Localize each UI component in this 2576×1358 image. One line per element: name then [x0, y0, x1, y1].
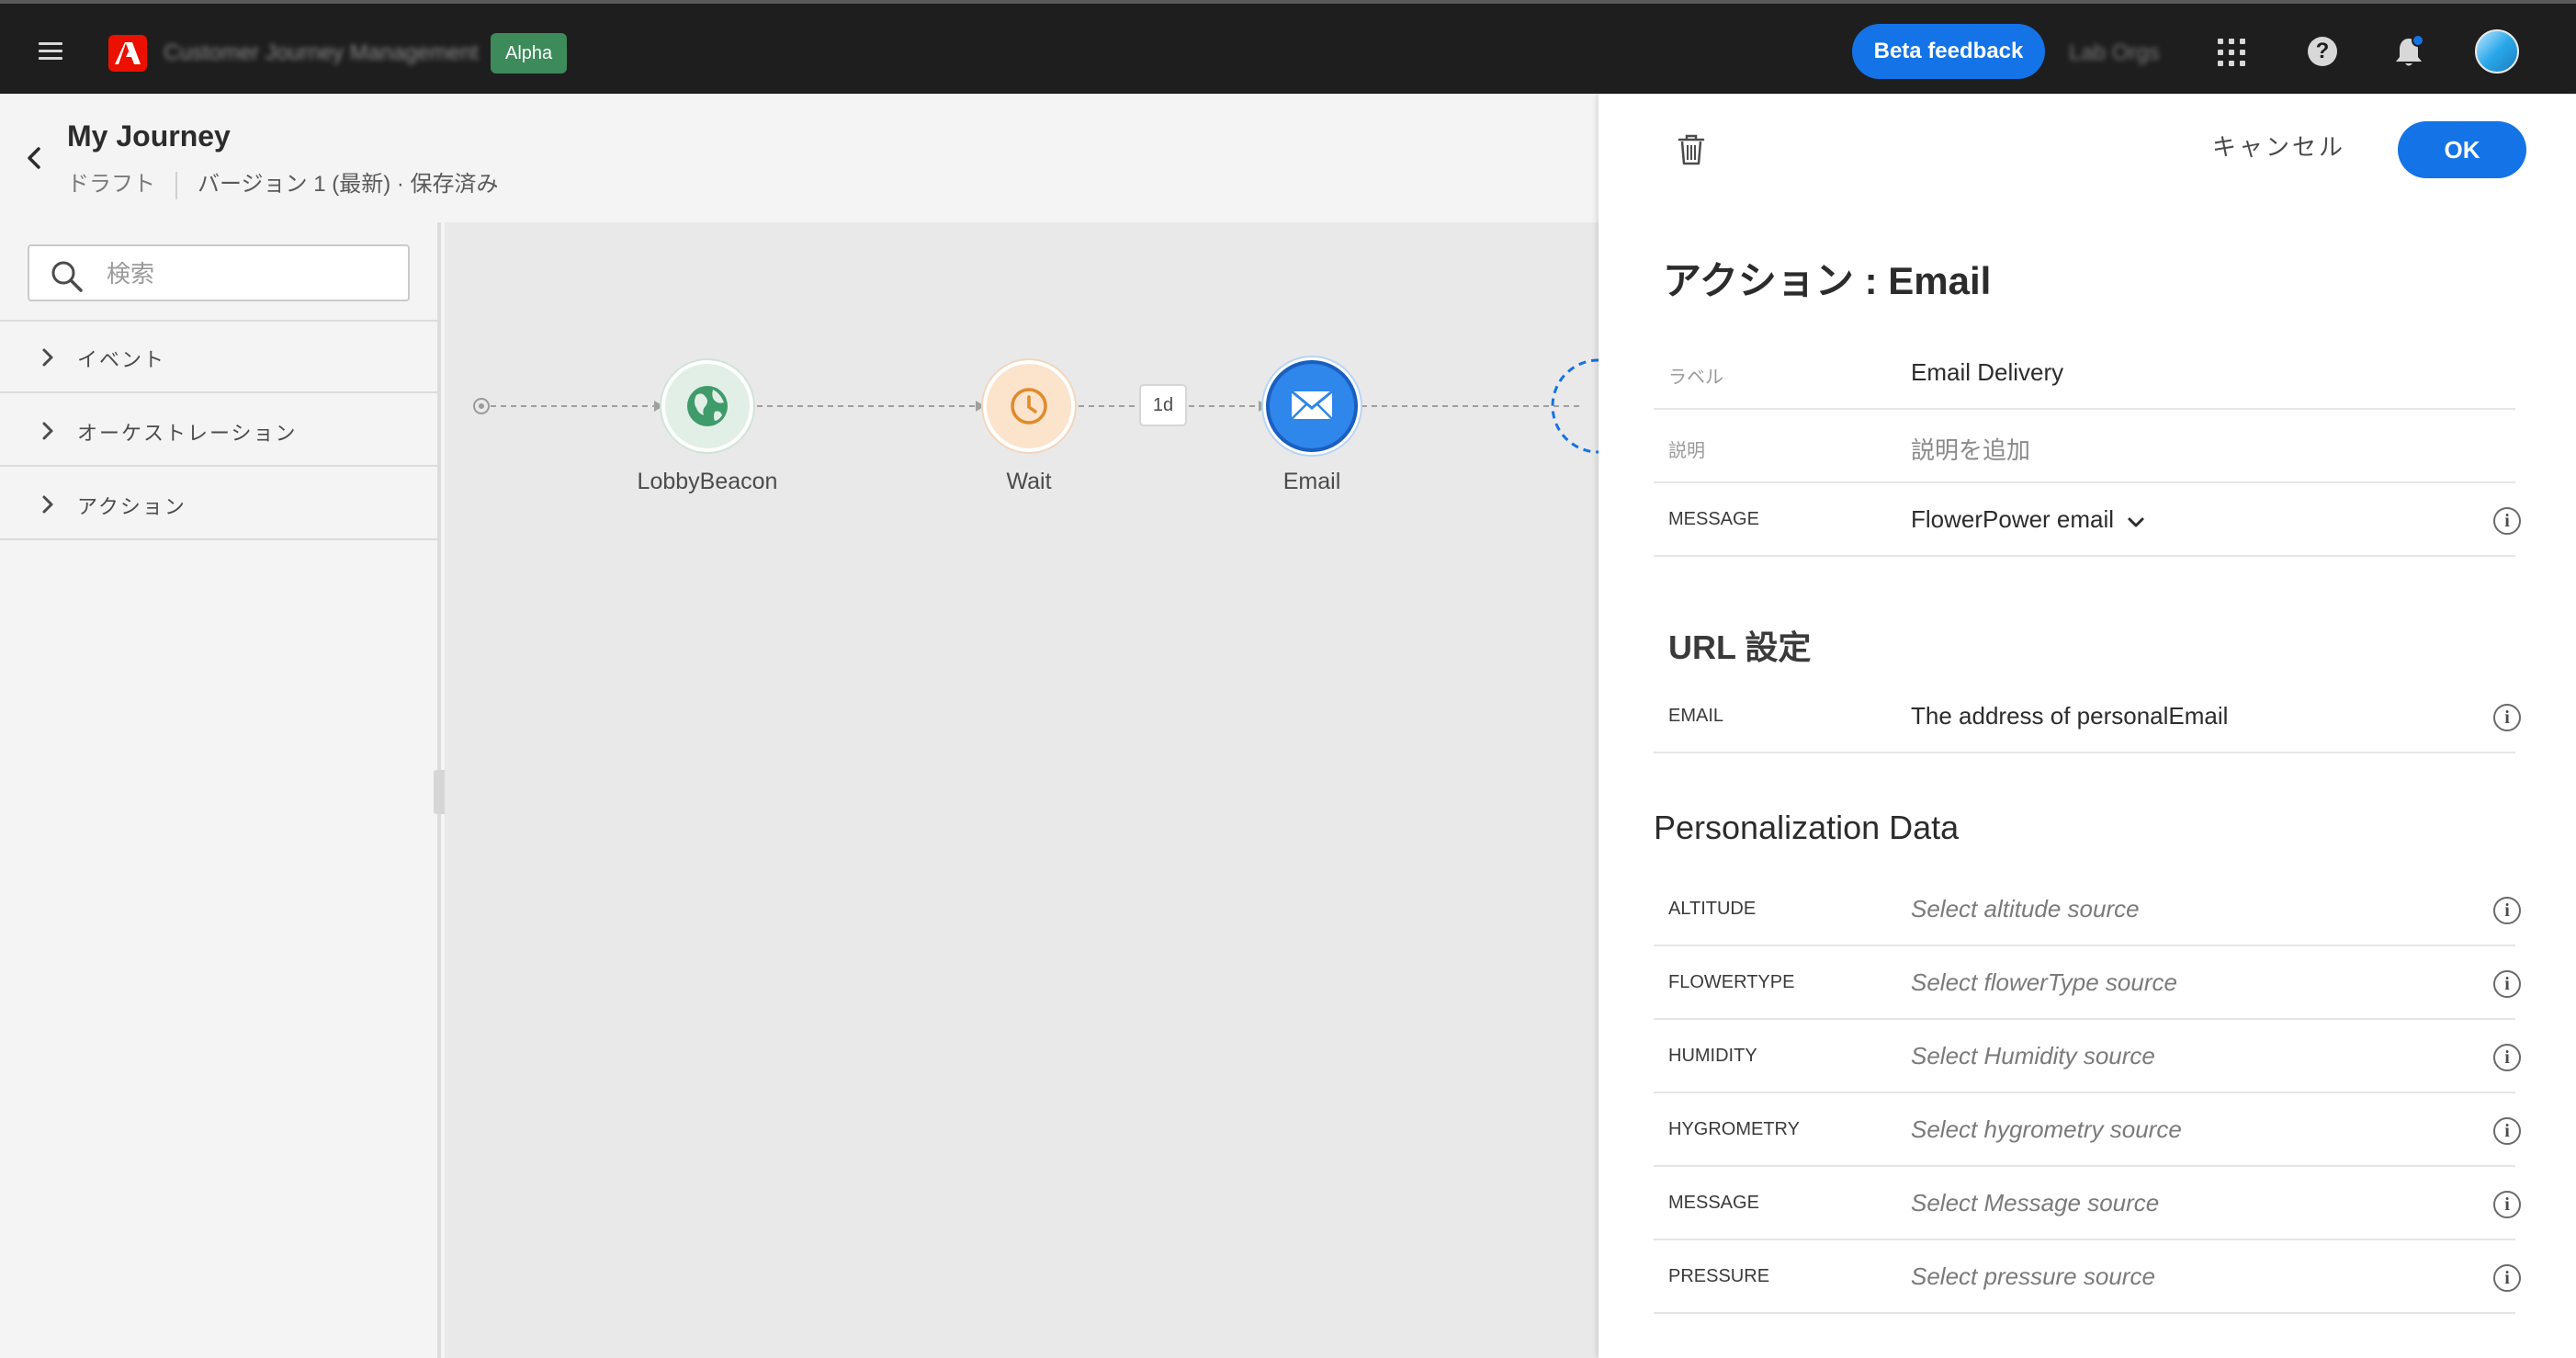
- field-hygrometry-row: HYGROMETRY Select hygrometry source i: [1654, 1093, 2521, 1167]
- envelope-icon: [1291, 390, 1333, 420]
- description-input[interactable]: 説明を追加: [1911, 432, 2030, 466]
- beta-feedback-button[interactable]: Beta feedback: [1852, 24, 2045, 79]
- palette-category-label: オーケストレーション: [77, 422, 298, 445]
- globe-icon: [687, 386, 728, 426]
- search-icon: [51, 261, 83, 292]
- clock-icon: [1011, 388, 1047, 424]
- search-input[interactable]: [107, 254, 382, 294]
- flowertype-source-select[interactable]: Select flowerType source: [1911, 968, 2177, 997]
- palette-category-actions[interactable]: アクション: [0, 469, 437, 540]
- action-config-panel: キャンセル OK アクション : Email ラベル Email Deliver…: [1599, 94, 2576, 1358]
- info-icon[interactable]: i: [2493, 1117, 2521, 1145]
- chevron-right-icon: [42, 348, 53, 367]
- wait-duration-badge[interactable]: 1d: [1139, 384, 1187, 426]
- field-humidity-row: HUMIDITY Select Humidity source i: [1654, 1020, 2521, 1093]
- top-bar: Customer Journey Management Alpha Beta f…: [0, 0, 2576, 94]
- field-label-row: ラベル Email Delivery: [1654, 336, 2515, 410]
- hamburger-menu-icon[interactable]: [39, 42, 62, 61]
- palette-category-label: イベント: [77, 348, 166, 371]
- help-icon[interactable]: ?: [2308, 37, 2337, 66]
- node-wait[interactable]: [983, 360, 1075, 452]
- field-altitude-row: ALTITUDE Select altitude source i: [1654, 873, 2521, 946]
- info-icon[interactable]: i: [2493, 897, 2521, 924]
- org-switcher[interactable]: Lab Orgs: [2069, 40, 2160, 66]
- message-source-select[interactable]: Select Message source: [1911, 1189, 2159, 1217]
- field-label: EMAIL: [1668, 706, 1724, 726]
- personalization-section-title: Personalization Data: [1654, 809, 1960, 846]
- hygrometry-source-select[interactable]: Select hygrometry source: [1911, 1115, 2182, 1144]
- message-select-value: FlowerPower email: [1911, 505, 2115, 533]
- node-email[interactable]: [1266, 360, 1358, 452]
- journey-header: My Journey ドラフト バージョン 1 (最新) · 保存済み: [0, 94, 1599, 222]
- status-divider: [175, 171, 177, 199]
- field-label: MESSAGE: [1668, 1193, 1759, 1213]
- info-icon[interactable]: i: [2493, 1264, 2521, 1292]
- field-label: PRESSURE: [1668, 1266, 1770, 1286]
- journey-version[interactable]: バージョン 1 (最新) · 保存済み: [198, 172, 499, 197]
- user-avatar[interactable]: [2475, 29, 2519, 74]
- field-label: HYGROMETRY: [1668, 1119, 1800, 1139]
- node-lobbybeacon[interactable]: [661, 360, 753, 452]
- altitude-source-select[interactable]: Select altitude source: [1911, 895, 2140, 923]
- journey-status-line: ドラフト バージョン 1 (最新) · 保存済み: [67, 165, 499, 199]
- activity-palette: イベント オーケストレーション アクション: [0, 222, 441, 1358]
- email-address-field[interactable]: The address of personalEmail: [1911, 702, 2228, 730]
- field-label: ラベル: [1668, 368, 1723, 388]
- node-label-wait: Wait: [1006, 469, 1052, 494]
- apps-grid-icon[interactable]: [2218, 39, 2245, 66]
- info-icon[interactable]: i: [2493, 507, 2521, 535]
- field-label: ALTITUDE: [1668, 899, 1757, 919]
- palette-category-orchestration[interactable]: オーケストレーション: [0, 395, 437, 467]
- field-email-row: EMAIL The address of personalEmail i: [1654, 680, 2521, 753]
- adobe-logo-icon[interactable]: [108, 35, 147, 72]
- product-name[interactable]: Customer Journey Management: [164, 40, 479, 66]
- trash-icon[interactable]: [1676, 132, 1707, 172]
- ok-button[interactable]: OK: [2398, 121, 2526, 178]
- pressure-source-select[interactable]: Select pressure source: [1911, 1262, 2155, 1291]
- chevron-right-icon: [42, 495, 53, 514]
- flow-connectors: [473, 358, 1599, 454]
- journey-status: ドラフト: [67, 172, 155, 197]
- field-message-source-row: MESSAGE Select Message source i: [1654, 1167, 2521, 1240]
- message-select[interactable]: FlowerPower email: [1911, 505, 2145, 536]
- info-icon[interactable]: i: [2493, 970, 2521, 998]
- palette-category-events[interactable]: イベント: [0, 322, 437, 393]
- notification-bell-icon[interactable]: [2392, 34, 2425, 74]
- palette-category-label: アクション: [77, 495, 186, 518]
- field-message-row: MESSAGE FlowerPower email i: [1654, 483, 2521, 557]
- label-input[interactable]: Email Delivery: [1911, 358, 2063, 387]
- palette-search[interactable]: [28, 244, 410, 301]
- field-pressure-row: PRESSURE Select pressure source i: [1654, 1240, 2521, 1314]
- node-label-lobbybeacon: LobbyBeacon: [637, 469, 778, 494]
- field-label: HUMIDITY: [1668, 1046, 1757, 1066]
- field-label: MESSAGE: [1668, 509, 1759, 529]
- info-icon[interactable]: i: [2493, 1044, 2521, 1071]
- info-icon[interactable]: i: [2493, 704, 2521, 731]
- cancel-button[interactable]: キャンセル: [2212, 129, 2345, 163]
- field-description-row: 説明 説明を追加: [1654, 410, 2515, 483]
- info-icon[interactable]: i: [2493, 1191, 2521, 1218]
- chevron-down-icon: [2127, 507, 2145, 536]
- chevron-right-icon: [42, 422, 53, 440]
- url-section-title: URL 設定: [1668, 628, 1812, 666]
- journey-title[interactable]: My Journey: [67, 119, 231, 153]
- field-label: 説明: [1668, 441, 1705, 461]
- humidity-source-select[interactable]: Select Humidity source: [1911, 1042, 2155, 1070]
- field-flowertype-row: FLOWERTYPE Select flowerType source i: [1654, 946, 2521, 1020]
- journey-canvas[interactable]: LobbyBeacon Wait 1d Email: [445, 222, 1599, 1358]
- panel-title: アクション : Email: [1663, 259, 1992, 302]
- field-label: FLOWERTYPE: [1668, 972, 1795, 992]
- back-chevron-icon[interactable]: [24, 145, 44, 175]
- alpha-badge: Alpha: [491, 33, 568, 74]
- node-label-email: Email: [1282, 469, 1341, 494]
